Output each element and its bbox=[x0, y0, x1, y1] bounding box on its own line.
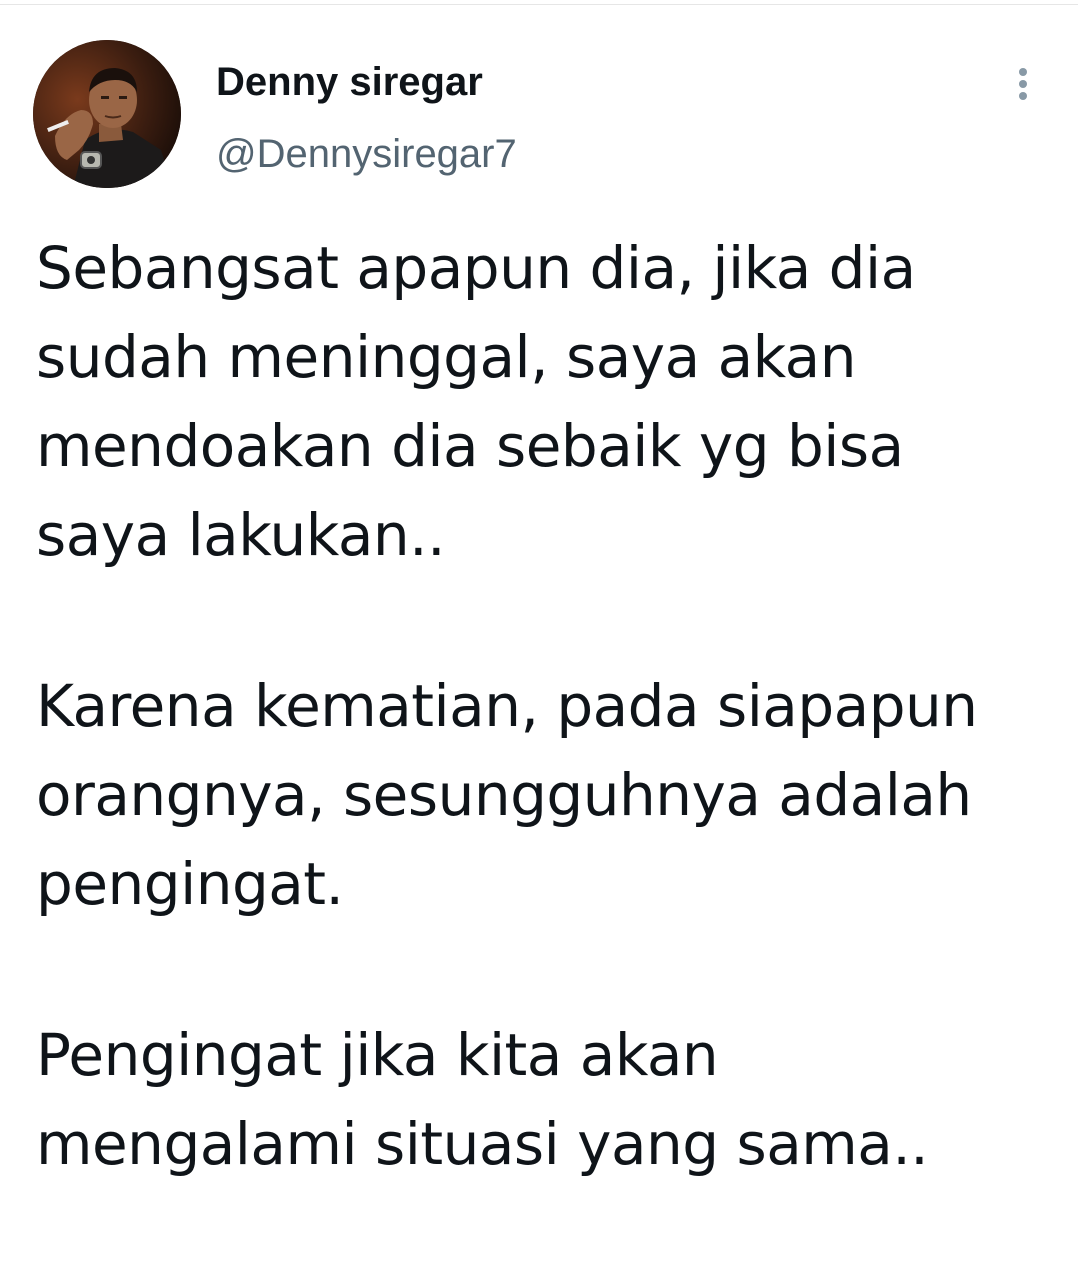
tweet-text: Sebangsat apapun dia, jika dia sudah men… bbox=[36, 224, 1066, 1271]
text-line: mengalami situasi yang sama.. bbox=[36, 1110, 929, 1178]
more-options-button[interactable] bbox=[1004, 60, 1044, 108]
display-name[interactable]: Denny siregar bbox=[216, 58, 483, 106]
text-line: mendoakan dia sebaik yg bisa bbox=[36, 412, 904, 480]
tweet-paragraph: Pengingat jika kita akan mengalami situa… bbox=[36, 1011, 1066, 1189]
tweet-paragraph: Sebangsat apapun dia, jika dia sudah men… bbox=[36, 224, 1066, 580]
text-line: sudah meninggal, saya akan bbox=[36, 323, 857, 391]
user-handle[interactable]: @Dennysiregar7 bbox=[216, 130, 517, 178]
text-line: pengingat. bbox=[36, 850, 344, 918]
text-line: Pengingat jika kita akan bbox=[36, 1021, 719, 1089]
text-line: Karena kematian, pada siapapun bbox=[36, 672, 978, 740]
avatar[interactable] bbox=[33, 40, 181, 188]
tweet-paragraph: Karena kematian, pada siapapun orangnya,… bbox=[36, 662, 1066, 929]
text-line: saya lakukan.. bbox=[36, 501, 446, 569]
avatar-photo bbox=[33, 40, 181, 188]
text-line: orangnya, sesungguhnya adalah bbox=[36, 761, 972, 829]
top-divider bbox=[0, 4, 1078, 5]
text-line: Sebangsat apapun dia, jika dia bbox=[36, 234, 916, 302]
